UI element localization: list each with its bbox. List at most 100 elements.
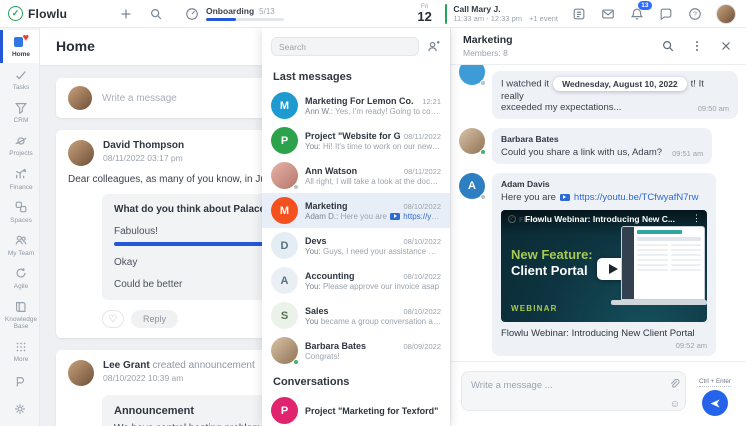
poll-option[interactable]: Okay	[114, 257, 262, 268]
post-author-name[interactable]: Lee Grant	[103, 360, 150, 371]
conversation-list-item[interactable]: P Project "Marketing for Texford"	[262, 393, 450, 426]
message-avatar[interactable]: A	[459, 172, 486, 200]
chat-avatar: P	[271, 127, 298, 154]
chat-avatar: M	[271, 92, 298, 119]
calendar-date[interactable]: Fri 12	[417, 3, 431, 23]
message-author[interactable]: Adam Davis	[501, 179, 707, 189]
status-dot	[480, 193, 486, 200]
poll-option[interactable]: Fabulous!	[114, 226, 262, 237]
chat-list-item[interactable]: S Sales 08/10/2022 You became a group con…	[262, 298, 450, 333]
onboarding-label: Onboarding	[206, 6, 255, 16]
avatar-initial: A	[468, 179, 476, 192]
topbar: ✓ Flowlu Onboarding 5/13 Fri 12 Call Mar…	[0, 0, 746, 28]
paperclip-icon[interactable]	[668, 377, 680, 389]
send-shortcut-hint: Ctrl + Enter	[698, 378, 732, 387]
post-author-avatar[interactable]	[68, 140, 94, 166]
plus-icon[interactable]	[118, 6, 134, 22]
preview-sender: You	[305, 316, 319, 326]
send-button[interactable]	[702, 390, 728, 416]
message-avatar[interactable]	[459, 127, 486, 155]
finance-icon	[14, 167, 29, 182]
chat-list-item[interactable]: Barbara Bates 08/09/2022 Congrats!	[262, 333, 450, 368]
spaces-icon	[14, 200, 29, 215]
kebab-menu-icon[interactable]	[689, 38, 705, 54]
video-headline-1: New Feature:	[511, 246, 593, 262]
youtube-icon	[390, 212, 401, 220]
chat-list-item[interactable]: D Devs 08/10/2022 You: Guys, I need your …	[262, 228, 450, 263]
chat-list-item-selected[interactable]: M Marketing 08/10/2022 Adam D.: Here you …	[262, 193, 450, 228]
sidebar-item-crm[interactable]: CRM	[0, 96, 39, 129]
preview-link: https://youtu.b...	[403, 211, 441, 221]
preview-text: Congrats!	[305, 351, 340, 361]
chat-message-input[interactable]	[461, 371, 686, 411]
product-updates-icon[interactable]	[12, 375, 27, 390]
chat-avatar: M	[271, 197, 298, 224]
chat-messages[interactable]: I watched it Wednesday, August 10, 2022 t!…	[451, 64, 746, 361]
bell-icon[interactable]: 13	[629, 0, 652, 22]
video-kebab-icon[interactable]: ⋮	[692, 213, 701, 223]
post-author-name[interactable]: David Thompson	[103, 140, 184, 151]
close-icon[interactable]	[718, 38, 734, 54]
message-time: 09:52 am	[675, 340, 707, 350]
post-date: 08/10/2022 10:39 am	[103, 373, 184, 383]
chat-list-item[interactable]: Ann Watson 08/11/2022 All right, I will t…	[262, 158, 450, 193]
reply-button[interactable]: Reply	[131, 310, 179, 328]
chat-name: Accounting	[305, 270, 355, 281]
settings-icon[interactable]	[12, 402, 27, 417]
chat-time: 08/10/2022	[403, 236, 441, 246]
sidebar-item-knowledge-base[interactable]: Knowledge Base	[0, 295, 39, 335]
emoji-icon[interactable]: ☺	[670, 400, 680, 410]
chat-bubble-icon[interactable]	[658, 6, 674, 22]
chat-time: 08/10/2022	[403, 201, 441, 211]
message-bubble: Barbara Bates Could you share a link wit…	[492, 127, 713, 164]
chat-members[interactable]: Members: 8	[463, 48, 513, 59]
message-text: Here you are	[501, 191, 556, 203]
event-more[interactable]: +1 event	[529, 14, 558, 23]
onboarding-progress[interactable]: Onboarding 5/13	[184, 6, 284, 22]
notes-icon[interactable]	[571, 6, 587, 22]
crm-funnel-icon	[14, 100, 29, 115]
search-icon[interactable]	[148, 6, 164, 22]
chat-list-item[interactable]: M Marketing For Lemon Co. 12:21 Ann W.: Y…	[262, 88, 450, 123]
like-button[interactable]: ♡	[102, 310, 124, 328]
flowlu-logo[interactable]: ✓ Flowlu	[8, 6, 104, 21]
video-link[interactable]: https://youtu.be/TCfwyafN7rw	[574, 192, 699, 203]
sidebar-item-home[interactable]: ♥ Home	[0, 30, 39, 64]
messenger-search-input[interactable]	[271, 37, 419, 56]
sidebar-item-spaces[interactable]: Spaces	[0, 196, 39, 229]
projects-icon	[14, 133, 29, 148]
conversation-name: Project "Marketing for Texford"	[305, 405, 439, 416]
status-dot	[293, 184, 299, 190]
sidebar-item-tasks[interactable]: Tasks	[0, 63, 39, 96]
sidebar-item-agile[interactable]: Agile	[0, 262, 39, 295]
feed-scroll[interactable]: Write a message David Thompson 08/11/202…	[40, 65, 262, 426]
mail-icon[interactable]	[600, 6, 616, 22]
preview-text: Hi! It's time to work on our new project…	[322, 141, 441, 151]
chat-panel: Marketing Members: 8 I watched it Wednes…	[450, 28, 746, 426]
message-avatar[interactable]	[459, 64, 486, 86]
message-text: I watched it Wednesday, August 10, 2022 t!…	[501, 76, 704, 102]
sidebar-item-my-team[interactable]: My Team	[0, 229, 39, 262]
chat-list-item[interactable]: P Project "Website for Gre...08/11/2022 …	[262, 123, 450, 158]
sidebar-item-more[interactable]: More	[0, 335, 39, 368]
video-embed[interactable]: ✓Flowlu Flowlu Webinar: Introducing New …	[501, 209, 707, 322]
message-author[interactable]: Barbara Bates	[501, 134, 703, 144]
tasks-icon	[14, 67, 29, 82]
sidebar-item-projects[interactable]: Projects	[0, 129, 39, 162]
messenger-panel: Last messages M Marketing For Lemon Co. 1…	[262, 28, 450, 426]
sidebar-item-finance[interactable]: Finance	[0, 163, 39, 196]
chat-search-icon[interactable]	[660, 38, 676, 54]
help-icon[interactable]: ?	[687, 6, 703, 22]
feed-composer[interactable]: Write a message	[56, 78, 262, 118]
poll-option[interactable]: Could be better	[114, 279, 262, 290]
upcoming-event[interactable]: Call Mary J. 11:33 am - 12:33 pm +1 even…	[444, 3, 558, 24]
add-chat-icon[interactable]	[426, 39, 441, 54]
announcement-title: Announcement	[114, 405, 195, 417]
chat-list-item[interactable]: A Accounting 08/10/2022 You: Please appro…	[262, 263, 450, 298]
preview-sender: You:	[305, 246, 321, 256]
post-author-avatar[interactable]	[68, 360, 94, 386]
user-avatar[interactable]	[716, 3, 736, 24]
avatar-initial: S	[280, 309, 289, 322]
avatar-initial: P	[280, 404, 289, 417]
post-text: Dear colleagues, as many of you know, in…	[68, 174, 262, 185]
